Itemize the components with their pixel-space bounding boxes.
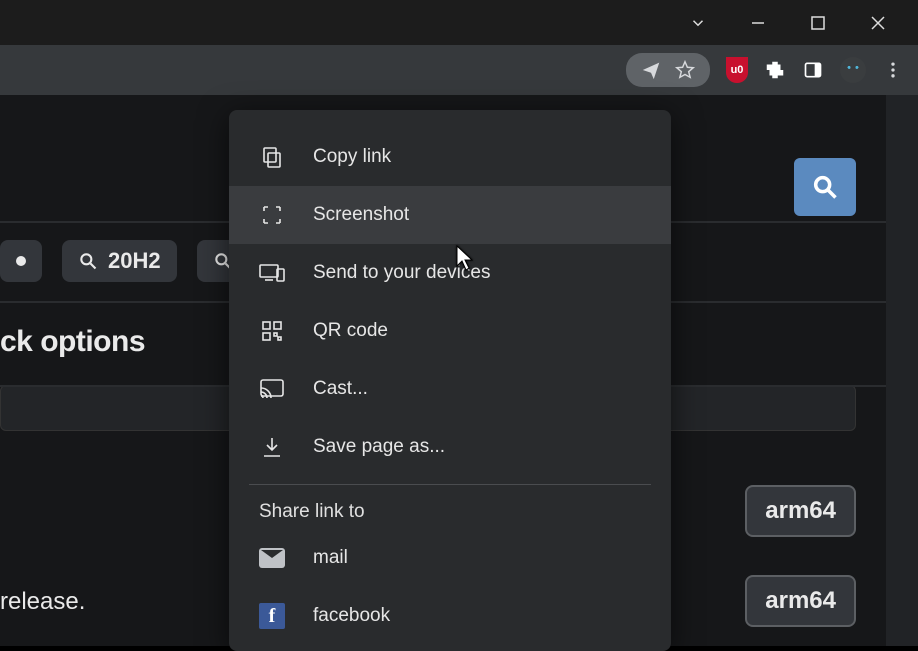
- menu-item-qr-code[interactable]: QR code: [229, 302, 671, 360]
- browser-menu-icon[interactable]: [882, 59, 904, 81]
- menu-item-label: Cast...: [313, 378, 368, 400]
- menu-item-label: Screenshot: [313, 204, 409, 226]
- share-menu: Copy link Screenshot Send to your device…: [229, 110, 671, 651]
- bookmark-star-icon[interactable]: [674, 59, 696, 81]
- filter-chip-bullet[interactable]: [0, 240, 42, 282]
- close-button[interactable]: [868, 13, 888, 33]
- share-target-label: mail: [313, 547, 348, 569]
- maximize-button[interactable]: [808, 13, 828, 33]
- share-heading: Share link to: [229, 491, 671, 529]
- download-button[interactable]: arm64: [745, 485, 856, 537]
- ublock-label: u0: [731, 64, 744, 76]
- share-target-facebook[interactable]: f facebook: [229, 587, 671, 645]
- menu-item-save-page[interactable]: Save page as...: [229, 418, 671, 476]
- search-icon: [78, 251, 98, 271]
- menu-item-copy-link[interactable]: Copy link: [229, 128, 671, 186]
- download-button[interactable]: arm64: [745, 575, 856, 627]
- menu-item-label: Save page as...: [313, 436, 445, 458]
- page-scrollbar[interactable]: [886, 95, 918, 646]
- chip-label: 20H2: [108, 248, 161, 274]
- menu-item-label: Send to your devices: [313, 262, 490, 284]
- facebook-icon: f: [259, 603, 285, 629]
- browser-toolbar: u0: [0, 45, 918, 95]
- minimize-button[interactable]: [748, 13, 768, 33]
- cast-icon: [259, 376, 285, 402]
- window-controls: [0, 0, 918, 45]
- search-button[interactable]: [794, 158, 856, 216]
- menu-item-label: Copy link: [313, 146, 391, 168]
- tab-dropdown-icon[interactable]: [688, 13, 708, 33]
- bullet-icon: [16, 256, 26, 266]
- menu-item-screenshot[interactable]: Screenshot: [229, 186, 671, 244]
- menu-item-cast[interactable]: Cast...: [229, 360, 671, 418]
- menu-item-label: QR code: [313, 320, 388, 342]
- mail-icon: [259, 545, 285, 571]
- screenshot-icon: [259, 202, 285, 228]
- devices-icon: [259, 260, 285, 286]
- release-text: release.: [0, 588, 85, 616]
- filter-chip-20h2[interactable]: 20H2: [62, 240, 177, 282]
- qr-icon: [259, 318, 285, 344]
- share-page-icon[interactable]: [640, 59, 662, 81]
- profile-avatar[interactable]: [840, 57, 866, 83]
- ublock-extension-icon[interactable]: u0: [726, 57, 748, 83]
- search-icon: [811, 173, 839, 201]
- menu-separator: [249, 484, 651, 485]
- menu-item-send-devices[interactable]: Send to your devices: [229, 244, 671, 302]
- address-bar-actions: [626, 53, 710, 87]
- copy-icon: [259, 144, 285, 170]
- share-target-label: facebook: [313, 605, 390, 627]
- side-panel-icon[interactable]: [802, 59, 824, 81]
- options-heading: ck options: [0, 325, 145, 359]
- download-icon: [259, 434, 285, 460]
- extensions-icon[interactable]: [764, 59, 786, 81]
- share-target-mail[interactable]: mail: [229, 529, 671, 587]
